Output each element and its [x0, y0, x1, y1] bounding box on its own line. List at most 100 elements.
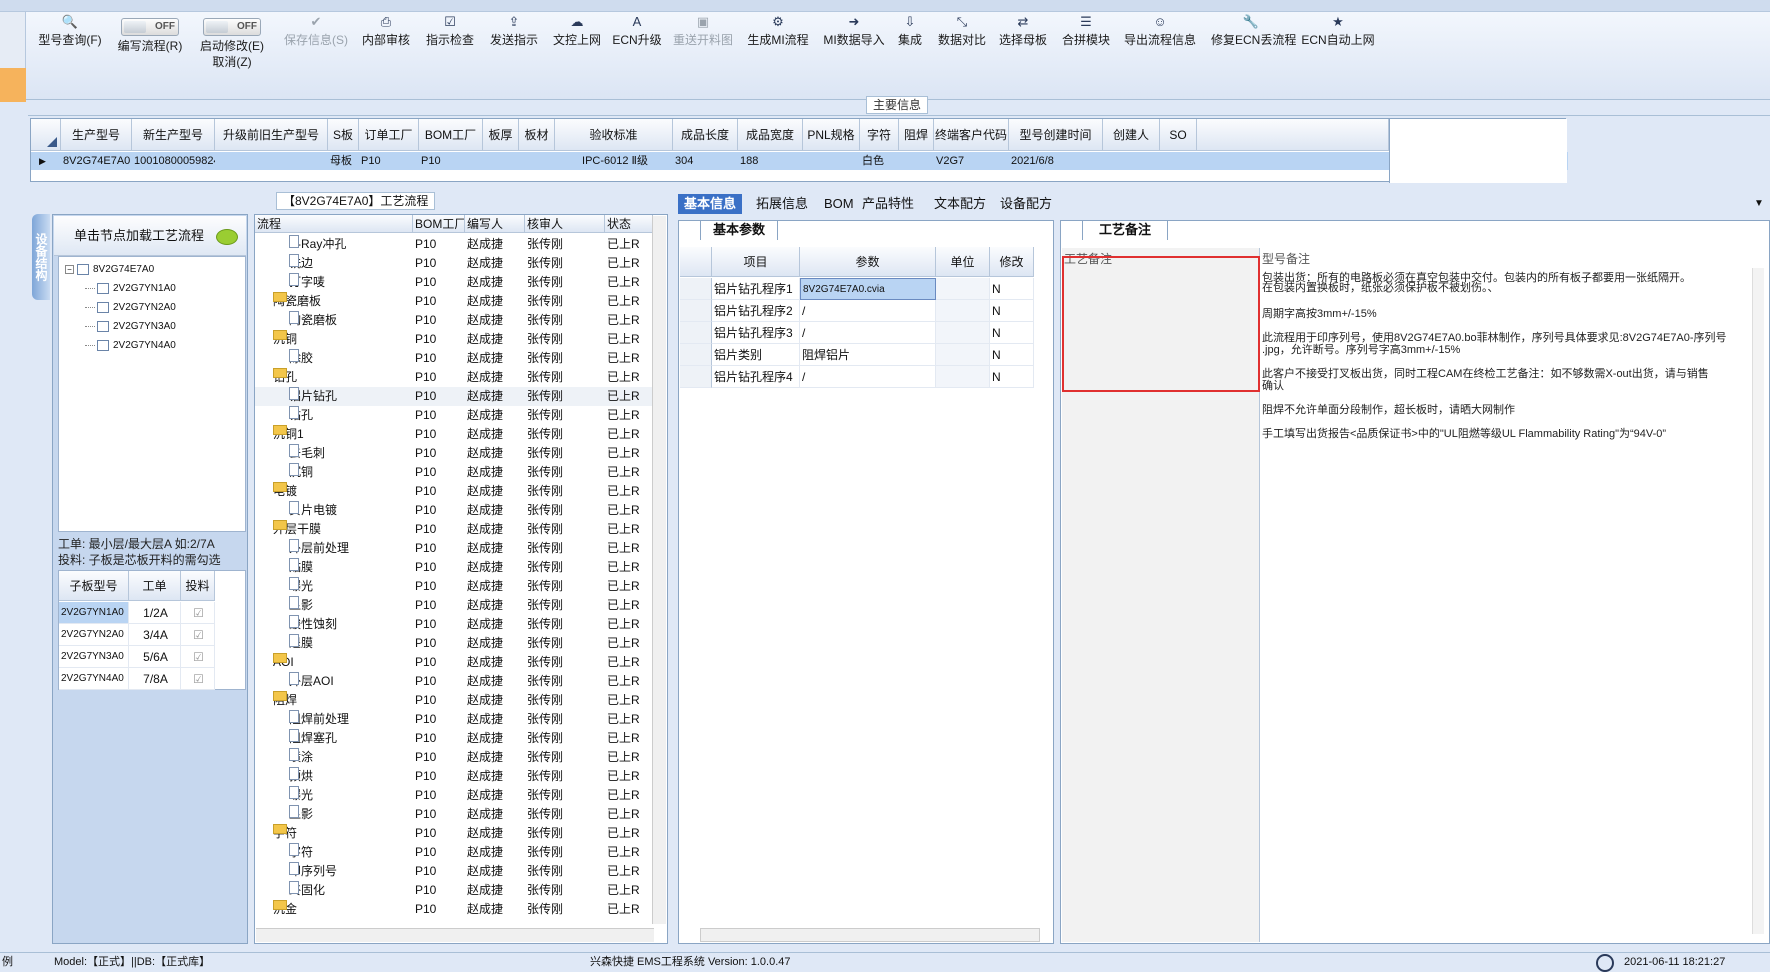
- flow-row[interactable]: 喷涂 P10 赵成捷 张传刚 已上R: [255, 748, 655, 767]
- column-header[interactable]: 状态: [605, 215, 653, 233]
- toolbar-btn-15[interactable]: ☰ 合拼模块: [1046, 14, 1126, 48]
- base-cell[interactable]: 铝片钻孔程序2: [712, 300, 800, 322]
- base-cell[interactable]: N: [990, 278, 1034, 300]
- nav-strip-selected[interactable]: [0, 68, 26, 102]
- flow-row[interactable]: −沉铜1P10 赵成捷 张传刚 已上R: [255, 425, 655, 444]
- toggle-off-1[interactable]: OFF: [121, 18, 179, 36]
- row-header[interactable]: [680, 300, 712, 322]
- flow-step[interactable]: X-Ray冲孔: [289, 235, 413, 254]
- base-cell[interactable]: [936, 322, 990, 344]
- tab-0[interactable]: 基本信息: [678, 194, 743, 214]
- column-header[interactable]: 创建人: [1103, 119, 1160, 151]
- checkbox-icon[interactable]: [77, 263, 89, 275]
- base-cell[interactable]: 铝片钻孔程序3: [712, 322, 800, 344]
- tree-node[interactable]: 2V2G7YN2A0: [85, 301, 176, 315]
- cell[interactable]: P10: [419, 152, 483, 170]
- base-cell[interactable]: [936, 300, 990, 322]
- flow-step[interactable]: 贴膜: [289, 558, 413, 577]
- flow-row[interactable]: 铝片钻孔 P10 赵成捷 张传刚 已上R: [255, 387, 655, 406]
- flow-step[interactable]: −阻焊: [273, 691, 413, 710]
- column-header[interactable]: 字符: [860, 119, 899, 151]
- column-header[interactable]: 流程: [255, 215, 413, 233]
- flow-step[interactable]: 显影: [289, 805, 413, 824]
- feed-checkbox[interactable]: ☑: [181, 602, 215, 624]
- toolbar-btn-3[interactable]: ✔ 保存信息(S): [276, 14, 356, 48]
- column-header[interactable]: 生产型号: [61, 119, 132, 151]
- base-cell[interactable]: 阻焊铝片: [800, 344, 936, 366]
- base-cell[interactable]: [936, 366, 990, 388]
- checkbox-icon[interactable]: [97, 301, 109, 313]
- flow-row[interactable]: 沉铜 P10 赵成捷 张传刚 已上R: [255, 463, 655, 482]
- flow-step[interactable]: −电镀: [273, 482, 413, 501]
- flow-row[interactable]: 印序列号 P10 赵成捷 张传刚 已上R: [255, 862, 655, 881]
- flow-step[interactable]: 外层AOI: [289, 672, 413, 691]
- flow-row[interactable]: 负片电镀 P10 赵成捷 张传刚 已上R: [255, 501, 655, 520]
- flow-row[interactable]: 字符 P10 赵成捷 张传刚 已上R: [255, 843, 655, 862]
- tree-node[interactable]: 2V2G7YN4A0: [85, 339, 176, 353]
- flow-row[interactable]: 除胶 P10 赵成捷 张传刚 已上R: [255, 349, 655, 368]
- cell[interactable]: 10010800059824: [132, 152, 215, 170]
- flow-step[interactable]: 陶瓷磨板: [289, 311, 413, 330]
- flow-step[interactable]: −AOI: [273, 653, 413, 672]
- base-cell[interactable]: N: [990, 344, 1034, 366]
- toolbar-btn-0[interactable]: 🔍 型号查询(F): [30, 14, 110, 54]
- flow-row[interactable]: 贴膜 P10 赵成捷 张传刚 已上R: [255, 558, 655, 577]
- column-header[interactable]: 成品长度: [673, 119, 738, 151]
- flow-step[interactable]: 负片电镀: [289, 501, 413, 520]
- flow-row[interactable]: 阻焊前处理 P10 赵成捷 张传刚 已上R: [255, 710, 655, 729]
- grid-corner[interactable]: [31, 119, 61, 151]
- row-header[interactable]: [680, 278, 712, 300]
- cancel-label[interactable]: 取消(Z): [192, 54, 272, 70]
- flow-step[interactable]: 曝光: [289, 786, 413, 805]
- flow-step[interactable]: 铣边: [289, 254, 413, 273]
- cell[interactable]: P10: [359, 152, 419, 170]
- column-header[interactable]: 订单工厂: [359, 119, 419, 151]
- toolbar-btn-9[interactable]: ▣ 重送开料图: [663, 14, 743, 48]
- cell[interactable]: 304: [673, 152, 738, 170]
- flow-row[interactable]: −沉铜P10 赵成捷 张传刚 已上R: [255, 330, 655, 349]
- flow-row[interactable]: 铣边 P10 赵成捷 张传刚 已上R: [255, 254, 655, 273]
- cell[interactable]: [803, 152, 860, 170]
- flow-row[interactable]: −陶瓷磨板P10 赵成捷 张传刚 已上R: [255, 292, 655, 311]
- tab-5[interactable]: 设备配方: [994, 194, 1058, 214]
- flow-step[interactable]: −沉金: [273, 900, 413, 919]
- flow-step[interactable]: 退膜: [289, 634, 413, 653]
- remark-scrollbar[interactable]: [1752, 268, 1764, 934]
- tree-node[interactable]: 2V2G7YN1A0: [85, 282, 176, 296]
- row-header[interactable]: [680, 366, 712, 388]
- toolbar-btn-1[interactable]: OFF 编写流程(R): [110, 14, 190, 54]
- flow-row[interactable]: 外层前处理 P10 赵成捷 张传刚 已上R: [255, 539, 655, 558]
- base-cell[interactable]: N: [990, 322, 1034, 344]
- flow-row[interactable]: −钻孔P10 赵成捷 张传刚 已上R: [255, 368, 655, 387]
- flow-step[interactable]: 阻焊前处理: [289, 710, 413, 729]
- flow-row[interactable]: X-Ray冲孔 P10 赵成捷 张传刚 已上R: [255, 235, 655, 254]
- base-cell[interactable]: /: [800, 322, 936, 344]
- column-header[interactable]: S板: [328, 119, 359, 151]
- flow-step[interactable]: 酸性蚀刻: [289, 615, 413, 634]
- column-header[interactable]: 修改: [990, 247, 1034, 277]
- toolbar-btn-10[interactable]: ⚙ 生成MI流程: [738, 14, 818, 48]
- tab-1[interactable]: 拓展信息: [750, 194, 814, 214]
- cell[interactable]: [519, 152, 555, 170]
- column-header[interactable]: 升级前旧生产型号: [215, 119, 328, 151]
- base-horizontal-scrollbar[interactable]: [700, 928, 1040, 942]
- cell[interactable]: [483, 152, 519, 170]
- base-cell[interactable]: 铝片类别: [712, 344, 800, 366]
- column-header[interactable]: 项目: [712, 247, 800, 277]
- cell[interactable]: [1103, 152, 1160, 170]
- flow-step[interactable]: 外层前处理: [289, 539, 413, 558]
- flow-step[interactable]: 喷涂: [289, 748, 413, 767]
- flow-step[interactable]: −钻孔: [273, 368, 413, 387]
- toolbar-btn-16[interactable]: ☺ 导出流程信息: [1120, 14, 1200, 48]
- flow-row[interactable]: 终固化 P10 赵成捷 张传刚 已上R: [255, 881, 655, 900]
- cell[interactable]: 白色: [860, 152, 899, 170]
- flow-step[interactable]: 沉铜: [289, 463, 413, 482]
- collapse-icon[interactable]: −: [65, 264, 74, 274]
- flow-step[interactable]: 打字唛: [289, 273, 413, 292]
- column-header[interactable]: 板材: [519, 119, 555, 151]
- tree-node[interactable]: 2V2G7YN3A0: [85, 320, 176, 334]
- column-header[interactable]: SO: [1160, 119, 1197, 151]
- column-header[interactable]: 单位: [936, 247, 990, 277]
- flow-row[interactable]: −阻焊P10 赵成捷 张传刚 已上R: [255, 691, 655, 710]
- toolbar-btn-17[interactable]: 🔧 修复ECN丢流程: [1211, 14, 1296, 54]
